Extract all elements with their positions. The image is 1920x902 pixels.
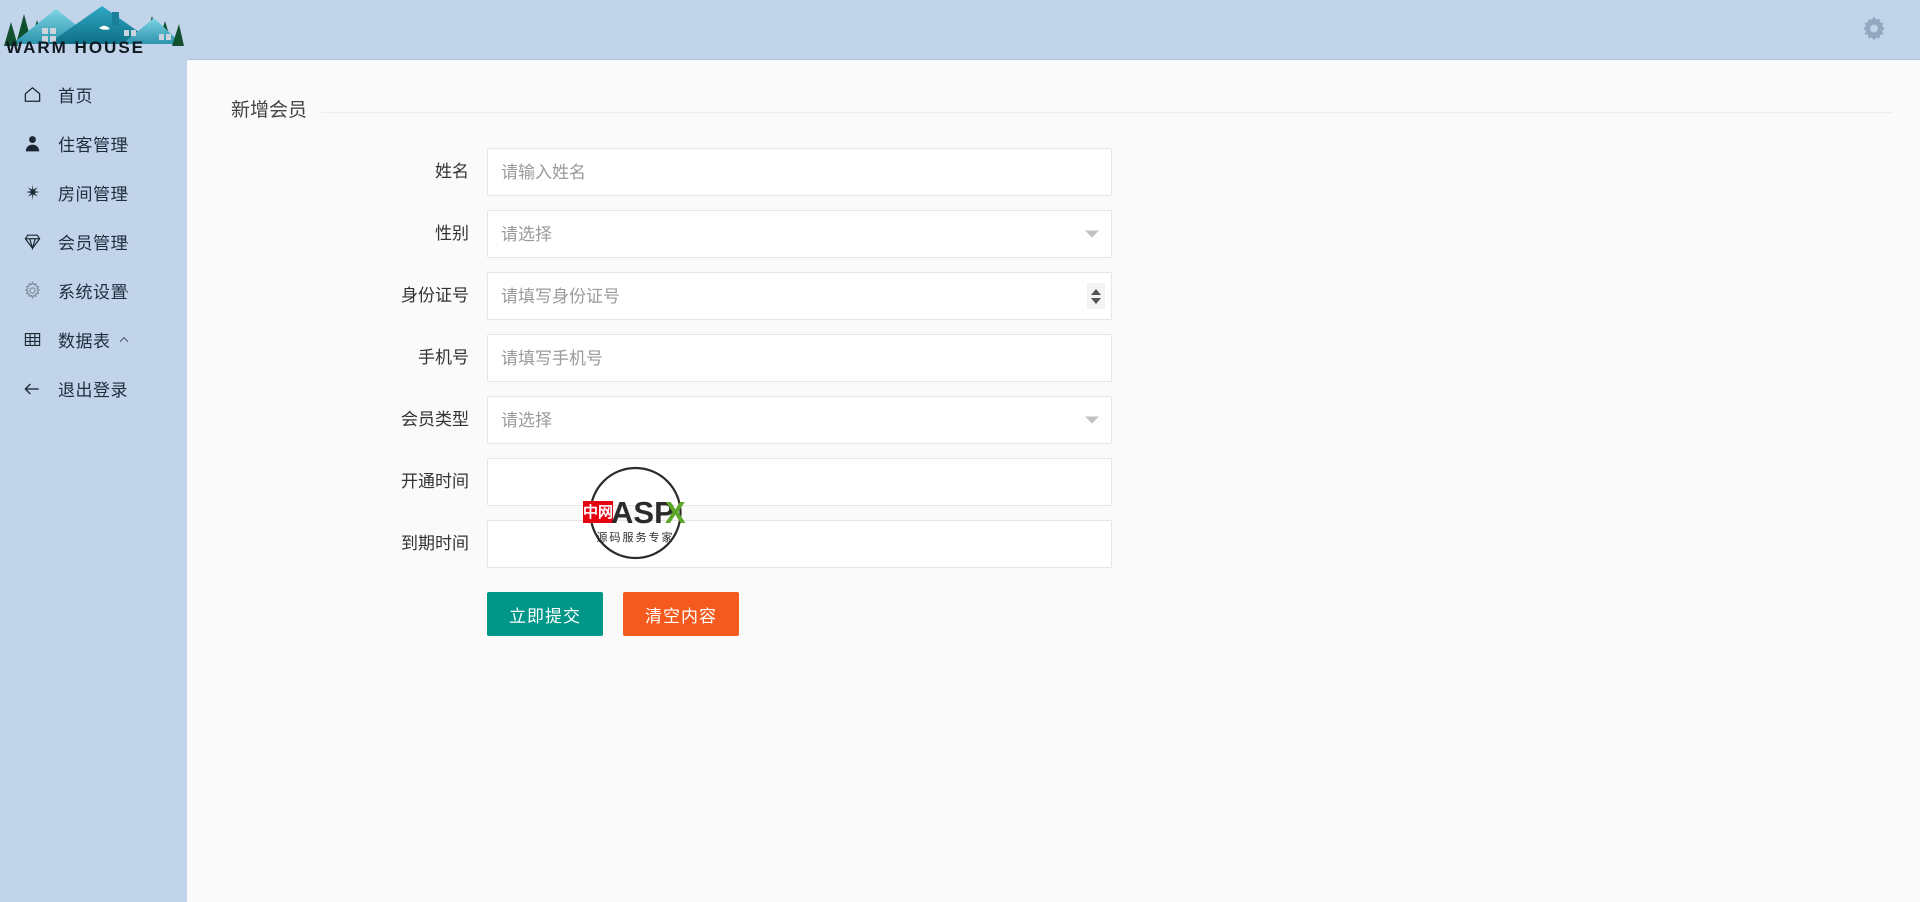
page-title: 新增会员 xyxy=(217,96,322,126)
add-member-form: 姓名 请输入姓名 性别 请选择 身份证号 请填写身份证号 手机号 请填写手机号 … xyxy=(187,148,1920,636)
id-card-input-placeholder[interactable]: 请填写身份证号 xyxy=(501,273,1077,321)
settings-gear-icon[interactable] xyxy=(1856,11,1892,47)
name-input-placeholder[interactable]: 请输入姓名 xyxy=(501,149,1077,197)
form-row-end-date: 到期时间 xyxy=(187,520,1920,568)
stepper-up-icon[interactable] xyxy=(1091,288,1101,295)
field-label: 姓名 xyxy=(435,162,469,181)
gender-select-wrapper[interactable]: 请选择 xyxy=(487,210,1112,258)
end-date-field-wrapper[interactable] xyxy=(487,520,1112,568)
field-label: 到期时间 xyxy=(401,534,469,553)
start-date-field-wrapper[interactable] xyxy=(487,458,1112,506)
sidebar-item-room-management[interactable]: 房间管理 xyxy=(0,168,187,217)
number-stepper[interactable] xyxy=(1087,283,1105,309)
brand-name: WARM HOUSE xyxy=(6,38,145,57)
member-type-select-placeholder[interactable]: 请选择 xyxy=(501,397,1077,445)
sidebar-item-label: 首页 xyxy=(58,87,93,106)
form-row-gender: 性别 请选择 xyxy=(187,210,1920,258)
field-label: 手机号 xyxy=(418,348,469,367)
sidebar-nav: 首页 住客管理 房间管理 会员管理 系统设置 数据表 退出登录 xyxy=(0,70,187,413)
app-root: WARM HOUSE 首页 住客管理 房间管理 会员管理 系统设置 数据表 退出… xyxy=(0,0,1920,902)
field-label: 性别 xyxy=(435,224,469,243)
chevron-down-icon[interactable] xyxy=(1085,416,1099,424)
form-actions: 立即提交 清空内容 xyxy=(187,592,1920,636)
form-row-name: 姓名 请输入姓名 xyxy=(187,148,1920,196)
chevron-up-icon xyxy=(117,137,131,151)
form-row-id-card: 身份证号 请填写身份证号 xyxy=(187,272,1920,320)
sidebar-item-system-settings[interactable]: 系统设置 xyxy=(0,266,187,315)
end-date-input-value[interactable] xyxy=(501,521,1077,569)
sidebar-item-data-table[interactable]: 数据表 xyxy=(0,315,187,364)
member-type-select-wrapper[interactable]: 请选择 xyxy=(487,396,1112,444)
form-row-start-date: 开通时间 xyxy=(187,458,1920,506)
field-label: 会员类型 xyxy=(401,410,469,429)
gender-select-placeholder[interactable]: 请选择 xyxy=(501,211,1077,259)
user-icon xyxy=(20,132,44,156)
phone-input-placeholder[interactable]: 请填写手机号 xyxy=(501,335,1077,383)
gear-icon xyxy=(20,279,44,303)
sidebar: WARM HOUSE 首页 住客管理 房间管理 会员管理 系统设置 数据表 退出… xyxy=(0,0,187,902)
form-row-phone: 手机号 请填写手机号 xyxy=(187,334,1920,382)
reset-button[interactable]: 清空内容 xyxy=(623,592,739,636)
chevron-up-icon xyxy=(117,186,131,200)
name-field-wrapper[interactable]: 请输入姓名 xyxy=(487,148,1112,196)
brand-logo[interactable]: WARM HOUSE xyxy=(0,0,187,62)
section-divider xyxy=(217,112,1892,113)
chevron-down-icon[interactable] xyxy=(1085,230,1099,238)
start-date-input-value[interactable] xyxy=(501,459,1077,507)
chevron-up-icon xyxy=(117,333,131,347)
diamond-icon xyxy=(20,230,44,254)
chevron-up-icon xyxy=(117,235,131,249)
home-icon xyxy=(20,83,44,107)
form-row-member-type: 会员类型 请选择 xyxy=(187,396,1920,444)
section-header: 新增会员 xyxy=(217,96,1892,126)
sidebar-item-logout[interactable]: 退出登录 xyxy=(0,364,187,413)
chevron-up-icon xyxy=(117,284,131,298)
field-label: 开通时间 xyxy=(401,472,469,491)
stepper-down-icon[interactable] xyxy=(1091,297,1101,304)
main-content: 新增会员 姓名 请输入姓名 性别 请选择 身份证号 请填写身份证号 手机号 请填… xyxy=(187,60,1920,902)
key-icon xyxy=(20,181,44,205)
table-icon xyxy=(20,328,44,352)
id-card-field-wrapper[interactable]: 请填写身份证号 xyxy=(487,272,1112,320)
top-header xyxy=(187,0,1920,60)
sidebar-item-label: 数据表 xyxy=(58,332,111,351)
field-label: 身份证号 xyxy=(401,286,469,305)
sidebar-item-guest-management[interactable]: 住客管理 xyxy=(0,119,187,168)
sidebar-item-member-management[interactable]: 会员管理 xyxy=(0,217,187,266)
phone-field-wrapper[interactable]: 请填写手机号 xyxy=(487,334,1112,382)
sidebar-item-home[interactable]: 首页 xyxy=(0,70,187,119)
arrow-left-icon xyxy=(20,377,44,401)
submit-button[interactable]: 立即提交 xyxy=(487,592,603,636)
sidebar-item-label: 退出登录 xyxy=(58,381,128,400)
